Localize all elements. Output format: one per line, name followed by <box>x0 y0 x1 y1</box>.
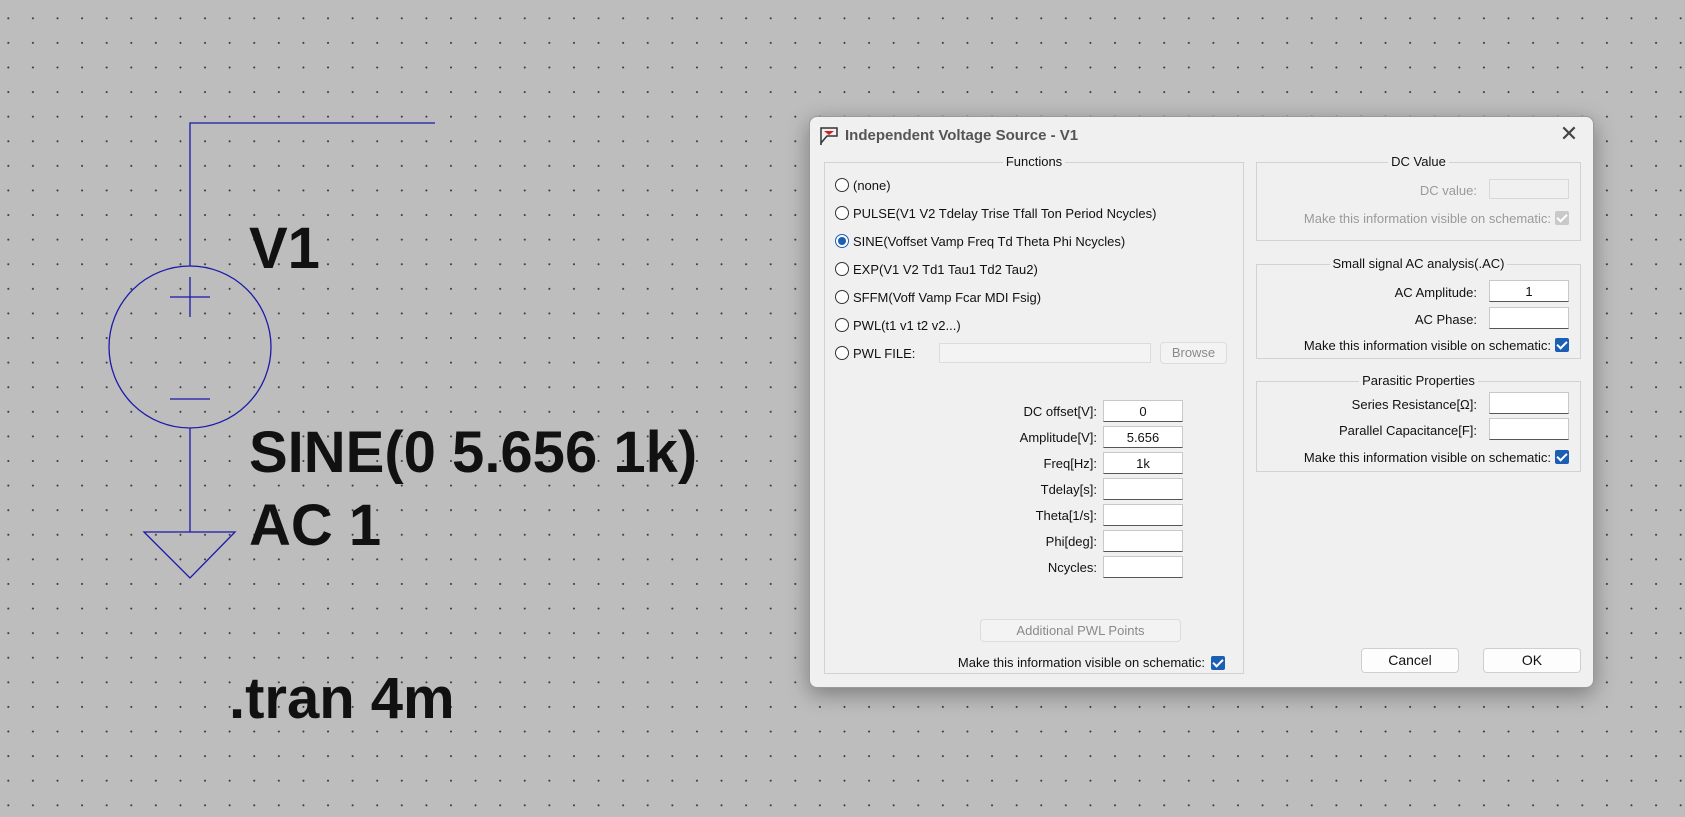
amplitude-label: Amplitude[V]: <box>1019 430 1097 445</box>
phi-input[interactable] <box>1103 530 1183 552</box>
additional-pwl-points-button[interactable]: Additional PWL Points <box>980 619 1181 642</box>
component-value-line2[interactable]: AC 1 <box>249 497 381 555</box>
close-icon[interactable]: ✕ <box>1551 119 1587 149</box>
freq-input[interactable] <box>1103 452 1183 474</box>
radio-label: PWL FILE: <box>853 345 916 361</box>
parallel-capacitance-input[interactable] <box>1489 418 1569 440</box>
ok-button[interactable]: OK <box>1483 648 1581 673</box>
radio-button[interactable] <box>835 178 849 192</box>
tdelay-label: Tdelay[s]: <box>1040 482 1097 497</box>
functions-group: Functions (none) PULSE(V1 V2 Tdelay Tris… <box>824 154 1244 674</box>
dc-value-input[interactable] <box>1489 179 1569 199</box>
functions-group-title: Functions <box>1002 154 1066 169</box>
ac-phase-input[interactable] <box>1489 307 1569 329</box>
parasitic-visible-checkbox[interactable] <box>1555 450 1569 464</box>
pwl-file-input[interactable] <box>939 343 1151 363</box>
radio-button[interactable] <box>835 290 849 304</box>
radio-pwl-file[interactable]: PWL FILE: <box>835 344 915 362</box>
ncycles-label: Ncycles: <box>1047 560 1097 575</box>
radio-button[interactable] <box>835 262 849 276</box>
ground-symbol[interactable] <box>142 531 237 579</box>
amplitude-input[interactable] <box>1103 426 1183 448</box>
ltspice-app-icon <box>820 127 838 145</box>
ncycles-input[interactable] <box>1103 556 1183 578</box>
radio-sine[interactable]: SINE(Voffset Vamp Freq Td Theta Phi Ncyc… <box>835 232 1125 250</box>
dc-visible-label: Make this information visible on schemat… <box>1303 211 1551 226</box>
browse-button[interactable]: Browse <box>1160 342 1227 364</box>
ac-visible-checkbox[interactable] <box>1555 338 1569 352</box>
ac-group-title: Small signal AC analysis(.AC) <box>1329 256 1508 271</box>
component-name-label[interactable]: V1 <box>249 220 320 278</box>
radio-button[interactable] <box>835 346 849 360</box>
dc-value-group: DC Value DC value: Make this information… <box>1256 154 1581 241</box>
series-resistance-label: Series Resistance[Ω]: <box>1351 397 1477 412</box>
radio-button-selected[interactable] <box>835 234 849 248</box>
ac-amplitude-input[interactable] <box>1489 280 1569 302</box>
functions-visible-checkbox[interactable] <box>1211 656 1225 670</box>
parasitic-group: Parasitic Properties Series Resistance[Ω… <box>1256 373 1581 472</box>
parasitic-group-title: Parasitic Properties <box>1359 373 1478 388</box>
component-value-line1[interactable]: SINE(0 5.656 1k) <box>249 424 697 482</box>
dc-visible-checkbox[interactable] <box>1555 211 1569 225</box>
radio-label: PWL(t1 v1 t2 v2...) <box>853 317 961 333</box>
radio-pwl[interactable]: PWL(t1 v1 t2 v2...) <box>835 316 961 334</box>
cancel-button[interactable]: Cancel <box>1361 648 1459 673</box>
radio-sffm[interactable]: SFFM(Voff Vamp Fcar MDI Fsig) <box>835 288 1041 306</box>
dc-offset-label: DC offset[V]: <box>1023 404 1097 419</box>
parallel-capacitance-label: Parallel Capacitance[F]: <box>1338 423 1477 438</box>
theta-input[interactable] <box>1103 504 1183 526</box>
dc-value-label: DC value: <box>1419 183 1477 198</box>
radio-label: SINE(Voffset Vamp Freq Td Theta Phi Ncyc… <box>853 233 1126 249</box>
radio-exp[interactable]: EXP(V1 V2 Td1 Tau1 Td2 Tau2) <box>835 260 1038 278</box>
dialog-title: Independent Voltage Source - V1 <box>845 127 1079 144</box>
dc-value-group-title: DC Value <box>1388 154 1449 169</box>
ac-amplitude-label: AC Amplitude: <box>1394 285 1477 300</box>
freq-label: Freq[Hz]: <box>1043 456 1097 471</box>
parasitic-visible-label: Make this information visible on schemat… <box>1303 450 1551 465</box>
voltage-source-dialog: Independent Voltage Source - V1 ✕ Functi… <box>809 116 1594 688</box>
phi-label: Phi[deg]: <box>1045 534 1097 549</box>
series-resistance-input[interactable] <box>1489 392 1569 414</box>
ac-visible-label: Make this information visible on schemat… <box>1303 338 1551 353</box>
ac-phase-label: AC Phase: <box>1414 312 1477 327</box>
radio-label: (none) <box>853 177 891 193</box>
theta-label: Theta[1/s]: <box>1035 508 1097 523</box>
radio-pulse[interactable]: PULSE(V1 V2 Tdelay Trise Tfall Ton Perio… <box>835 204 1156 222</box>
functions-visible-label: Make this information visible on schemat… <box>957 655 1205 670</box>
radio-label: PULSE(V1 V2 Tdelay Trise Tfall Ton Perio… <box>853 205 1157 221</box>
radio-button[interactable] <box>835 318 849 332</box>
ac-analysis-group: Small signal AC analysis(.AC) AC Amplitu… <box>1256 256 1581 359</box>
dc-offset-input[interactable] <box>1103 400 1183 422</box>
dialog-titlebar[interactable]: Independent Voltage Source - V1 ✕ <box>810 117 1593 153</box>
tdelay-input[interactable] <box>1103 478 1183 500</box>
radio-none[interactable]: (none) <box>835 176 891 194</box>
spice-directive[interactable]: .tran 4m <box>229 670 455 728</box>
radio-button[interactable] <box>835 206 849 220</box>
radio-label: EXP(V1 V2 Td1 Tau1 Td2 Tau2) <box>853 261 1038 277</box>
radio-label: SFFM(Voff Vamp Fcar MDI Fsig) <box>853 289 1042 305</box>
